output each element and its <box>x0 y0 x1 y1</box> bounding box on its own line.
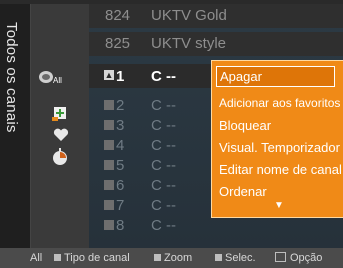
heart-icon[interactable] <box>53 128 69 142</box>
square-button-icon <box>215 254 222 261</box>
channel-number: 7 <box>116 197 125 214</box>
preview-channel-row: 824 UKTV Gold <box>89 4 343 28</box>
channel-number: 5 <box>116 157 125 174</box>
footer-channel-type: Tipo de canal <box>54 252 130 264</box>
channel-type-icon: ▲ <box>104 70 114 80</box>
preview-channel-name: UKTV Gold <box>151 7 227 24</box>
sidebar-tab[interactable]: Todos os canais <box>0 4 31 248</box>
channel-type-icon <box>104 160 114 170</box>
channel-name: C -- <box>151 217 176 234</box>
menu-item-ordenar[interactable]: Ordenar <box>219 184 267 199</box>
add-favorite-icon[interactable] <box>51 104 69 122</box>
menu-item-add-favorites[interactable]: Adicionar aos favoritos <box>219 96 340 110</box>
footer-all: All <box>30 252 43 264</box>
footer-help-bar: All Tipo de canal Zoom Selec. Opção <box>0 248 343 268</box>
channel-name: C -- <box>151 197 176 214</box>
channel-name: C -- <box>151 177 176 194</box>
channel-name: C -- <box>151 157 176 174</box>
channel-type-icon <box>104 140 114 150</box>
channel-row[interactable]: 8 C -- <box>89 215 319 236</box>
preview-channel-row: 825 UKTV style <box>89 32 343 56</box>
channel-type-icon <box>104 220 114 230</box>
channel-type-icon <box>104 120 114 130</box>
options-context-menu: Apagar Adicionar aos favoritos Bloquear … <box>211 60 343 218</box>
menu-item-apagar[interactable]: Apagar <box>216 66 335 87</box>
channel-number: 4 <box>116 137 125 154</box>
square-button-icon <box>154 254 161 261</box>
footer-zoom: Zoom <box>154 252 192 264</box>
channel-type-icon <box>104 200 114 210</box>
channel-type-icon <box>104 180 114 190</box>
square-button-icon <box>54 254 61 261</box>
preview-channel-number: 824 <box>105 7 131 24</box>
menu-item-edit-channel-name[interactable]: Editar nome de canal <box>219 162 342 177</box>
channel-name: C -- <box>151 137 176 154</box>
menu-item-timer-view[interactable]: Visual. Temporizador <box>219 140 340 155</box>
channel-name: C -- <box>151 68 176 85</box>
all-channels-icon[interactable]: All <box>37 68 62 86</box>
channel-type-icon <box>104 100 114 110</box>
scroll-down-arrow-icon[interactable]: ▼ <box>274 200 284 211</box>
channel-name: C -- <box>151 117 176 134</box>
preview-channel-name: UKTV style <box>151 35 227 52</box>
channel-number: 1 <box>116 68 125 85</box>
footer-select: Selec. <box>215 252 256 264</box>
channel-name: C -- <box>151 97 176 114</box>
channel-number: 2 <box>116 97 125 114</box>
tools-icon <box>275 252 286 262</box>
timer-icon[interactable] <box>51 148 69 166</box>
channel-number: 8 <box>116 217 125 234</box>
preview-channel-number: 825 <box>105 35 131 52</box>
filter-icon-column: All <box>31 4 89 248</box>
sidebar-title: Todos os canais <box>3 22 20 133</box>
all-label: All <box>53 76 62 85</box>
footer-option: Opção <box>275 252 322 264</box>
channel-number: 3 <box>116 117 125 134</box>
menu-item-bloquear[interactable]: Bloquear <box>219 118 271 133</box>
channel-number: 6 <box>116 177 125 194</box>
